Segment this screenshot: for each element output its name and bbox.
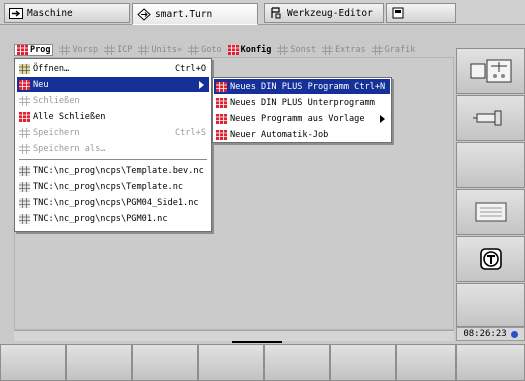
- recent-file-item[interactable]: TNC:\nc_prog\ncps\Template.bev.nc: [17, 163, 209, 178]
- menu-item-schliessen[interactable]: Schließen: [17, 93, 209, 108]
- softkey-t-tool[interactable]: [456, 236, 525, 282]
- menu-goto[interactable]: Goto: [188, 45, 222, 55]
- menu-item-neues-programm-aus-vorlage[interactable]: Neues Programm aus Vorlage: [214, 111, 390, 126]
- menu-item-speichern-als[interactable]: Speichern als…: [17, 141, 209, 156]
- clock: 08:26:23: [456, 327, 525, 341]
- machine-arrow-icon: [9, 7, 23, 19]
- menu-prog[interactable]: Prog: [14, 44, 54, 56]
- grid-icon: [17, 45, 28, 55]
- info-icon: [510, 330, 518, 338]
- submenu-arrow-icon: [380, 114, 385, 123]
- active-indicator: [232, 341, 282, 343]
- softkey-machine-view[interactable]: [456, 48, 525, 94]
- grid-icon: [138, 45, 150, 55]
- grid-icon: [19, 95, 30, 106]
- bottom-softkey-8[interactable]: [456, 344, 525, 381]
- recent-file-item[interactable]: TNC:\nc_prog\ncps\Template.nc: [17, 179, 209, 194]
- grid-icon: [19, 197, 30, 208]
- menu-separator: [19, 159, 207, 160]
- menu-item-neuer-automatik-job[interactable]: Neuer Automatik-Job: [214, 127, 390, 142]
- tab-maschine[interactable]: Maschine: [4, 3, 130, 23]
- bottom-softkey-4[interactable]: [198, 344, 264, 381]
- tab-monitor[interactable]: [386, 3, 456, 23]
- status-strip: [14, 330, 454, 341]
- menu-vorsp[interactable]: Vorsp: [59, 45, 98, 55]
- tab-label: Maschine: [27, 7, 73, 19]
- softkey-tool-list[interactable]: [456, 189, 525, 235]
- grid-icon: [188, 45, 200, 55]
- grid-icon: [216, 81, 227, 92]
- tab-werkzeug-editor[interactable]: Werkzeug-Editor: [264, 3, 384, 23]
- menu-grafik[interactable]: Grafik: [371, 45, 415, 55]
- menu-bar: Prog Vorsp ICP Units» Goto Konfig Sonst …: [14, 43, 421, 57]
- menu-konfig[interactable]: Konfig: [227, 45, 271, 55]
- menu-item-speichern[interactable]: Speichern Ctrl+S: [17, 125, 209, 140]
- grid-icon: [19, 181, 30, 192]
- menu-item-neues-din-plus-programm[interactable]: Neues DIN PLUS Programm Ctrl+N: [214, 79, 390, 94]
- menu-item-oeffnen[interactable]: Öffnen… Ctrl+O: [17, 61, 209, 76]
- grid-icon: [19, 213, 30, 224]
- bottom-softkey-6[interactable]: [330, 344, 396, 381]
- grid-icon: [19, 111, 30, 122]
- menu-item-neu[interactable]: Neu: [17, 77, 209, 92]
- tab-smart-turn[interactable]: smart.Turn: [132, 3, 258, 25]
- tab-label: Werkzeug-Editor: [287, 7, 373, 19]
- tool-list-icon: [475, 202, 506, 222]
- softkey-spindle-tool[interactable]: [456, 95, 525, 141]
- spindle-tool-icon: [472, 110, 501, 126]
- neu-submenu: Neues DIN PLUS Programm Ctrl+N Neues DIN…: [212, 77, 392, 143]
- tab-label: smart.Turn: [155, 8, 213, 20]
- grid-icon: [59, 45, 71, 55]
- grid-icon: [19, 165, 30, 176]
- softkey-empty[interactable]: [456, 142, 525, 188]
- submenu-arrow-icon: [199, 80, 204, 89]
- bottom-softkey-3[interactable]: [132, 344, 198, 381]
- recent-file-item[interactable]: TNC:\nc_prog\ncps\PGM01.nc: [17, 211, 209, 226]
- menu-item-alle-schliessen[interactable]: Alle Schließen: [17, 109, 209, 124]
- grid-icon: [216, 97, 227, 108]
- grid-icon: [19, 127, 30, 138]
- grid-icon: [277, 45, 289, 55]
- bottom-softkey-2[interactable]: [66, 344, 132, 381]
- grid-icon: [19, 79, 30, 90]
- grid-icon: [216, 129, 227, 140]
- diamond-arrows-icon: [137, 7, 151, 21]
- monitor-icon: [391, 7, 405, 19]
- menu-units[interactable]: Units»: [138, 45, 182, 55]
- grid-icon: [19, 63, 30, 74]
- grid-icon: [321, 45, 333, 55]
- menu-sonst[interactable]: Sonst: [277, 45, 316, 55]
- bottom-softkey-5[interactable]: [264, 344, 330, 381]
- grid-icon: [104, 45, 116, 55]
- grid-icon: [19, 143, 30, 154]
- bottom-softkey-7[interactable]: [396, 344, 456, 381]
- menu-extras[interactable]: Extras: [321, 45, 366, 55]
- grid-icon: [216, 113, 227, 124]
- bottom-softkey-1[interactable]: [0, 344, 66, 381]
- grid-icon: [227, 45, 239, 55]
- softkey-empty[interactable]: [456, 283, 525, 327]
- recent-file-item[interactable]: TNC:\nc_prog\ncps\PGM04_Side1.nc: [17, 195, 209, 210]
- menu-item-neues-din-plus-unterprogramm[interactable]: Neues DIN PLUS Unterprogramm: [214, 95, 390, 110]
- machine-view-icon: [470, 59, 511, 83]
- prog-menu: Öffnen… Ctrl+O Neu Schließen Alle Schlie…: [14, 58, 212, 232]
- mode-tab-bar: Maschine smart.Turn Werkzeug-Editor: [0, 0, 525, 25]
- menu-icp[interactable]: ICP: [104, 45, 132, 55]
- grid-icon: [371, 45, 383, 55]
- t-tool-icon: [479, 248, 502, 270]
- tool-editor-icon: [269, 7, 283, 19]
